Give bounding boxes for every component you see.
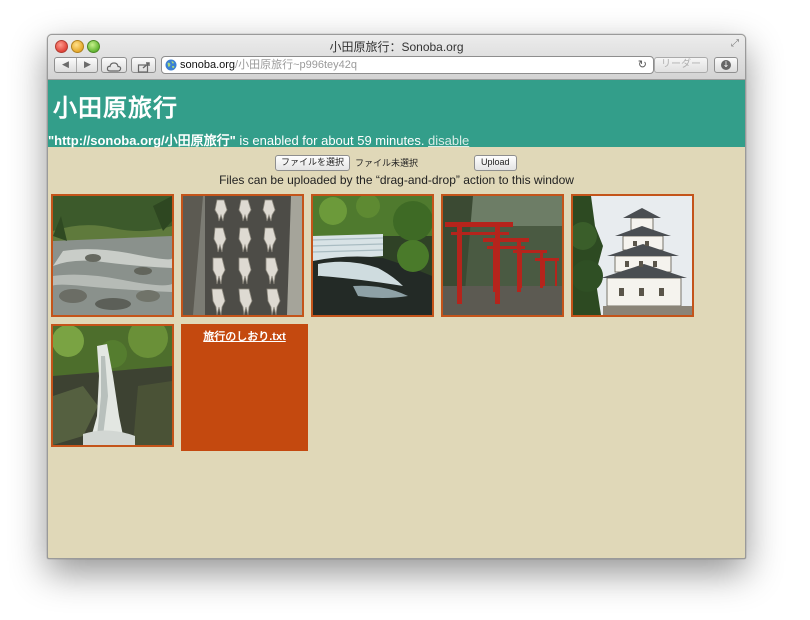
icloud-tabs-button[interactable] — [101, 57, 127, 73]
shared-url: "http://sonoba.org/小田原旅行" — [48, 133, 236, 148]
photo-river[interactable] — [51, 194, 174, 317]
waterfall-photo — [53, 326, 172, 445]
photo-squid[interactable] — [181, 194, 304, 317]
file-status: ファイル未選択 — [355, 158, 419, 168]
photo-weir[interactable] — [311, 194, 434, 317]
drag-drop-hint: Files can be uploaded by the “drag-and-d… — [219, 173, 574, 187]
squid-photo — [183, 196, 302, 315]
upload-form: ファイルを選択 ファイル未選択 Upload — [48, 155, 745, 171]
share-icon — [137, 62, 150, 73]
back-arrow-icon[interactable]: ◀ — [55, 58, 77, 72]
url-host: sonoba.org — [180, 59, 236, 71]
globe-icon — [165, 59, 177, 71]
photo-torii[interactable] — [441, 194, 564, 317]
river-photo — [53, 196, 172, 315]
back-forward-buttons: ◀ ▶ — [54, 57, 98, 73]
upload-button[interactable]: Upload — [474, 155, 517, 171]
download-arrow-icon: ↓ — [721, 60, 731, 70]
sharing-status: "http://sonoba.org/小田原旅行" is enabled for… — [48, 130, 469, 149]
weir-photo — [313, 196, 432, 315]
page-title: 小田原旅行 — [53, 95, 178, 122]
disable-link[interactable]: disable — [428, 133, 469, 148]
downloads-button[interactable]: ↓ — [714, 57, 738, 73]
photo-castle[interactable] — [571, 194, 694, 317]
castle-photo — [573, 196, 692, 315]
url-path: /小田原旅行~p996tey42q — [235, 59, 358, 71]
reader-button[interactable]: リーダー — [654, 57, 708, 73]
cloud-icon — [106, 62, 122, 72]
page-header: 小田原旅行 "http://sonoba.org/小田原旅行" is enabl… — [48, 80, 745, 149]
browser-window: 小田原旅行：Sonoba.org ⤢ ◀ ▶ sonoba.org/小田原旅行~… — [47, 34, 746, 559]
status-text: is enabled for about 59 minutes. — [235, 133, 429, 148]
window-title: 小田原旅行：Sonoba.org — [329, 40, 464, 54]
toolbar: 小田原旅行：Sonoba.org ⤢ ◀ ▶ sonoba.org/小田原旅行~… — [48, 35, 745, 80]
share-button[interactable] — [131, 57, 156, 73]
torii-photo — [443, 196, 562, 315]
address-bar[interactable]: sonoba.org/小田原旅行~p996tey42q ↻ — [161, 56, 654, 74]
photo-waterfall[interactable] — [51, 324, 174, 447]
text-file-tile[interactable]: 旅行のしおり.txt — [181, 324, 308, 451]
fullscreen-icon[interactable]: ⤢ — [731, 38, 739, 49]
forward-arrow-icon[interactable]: ▶ — [77, 58, 98, 72]
reload-icon[interactable]: ↻ — [638, 57, 647, 73]
choose-file-button[interactable]: ファイルを選択 — [275, 155, 351, 171]
text-file-link[interactable]: 旅行のしおり.txt — [181, 328, 308, 344]
